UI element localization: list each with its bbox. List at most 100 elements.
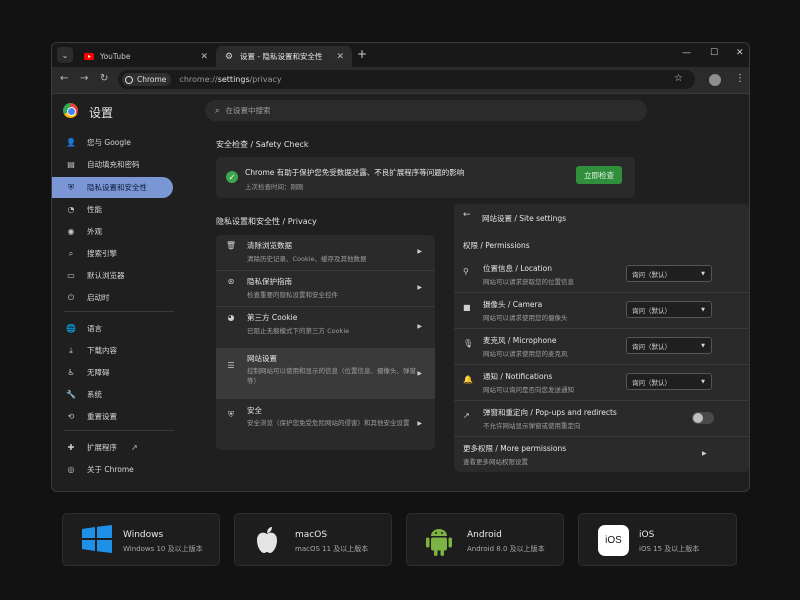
new-tab-button[interactable]: + bbox=[357, 47, 367, 61]
person-icon: 👤 bbox=[66, 138, 76, 147]
reload-button[interactable]: ↻ bbox=[100, 73, 108, 84]
permission-row-location[interactable]: ⚲ 位置信息 / Location 网站可以请求获取您的位置信息 询问（默认） ▼ bbox=[454, 256, 749, 292]
platform-version: macOS 11 及以上版本 bbox=[295, 545, 369, 553]
forward-button[interactable]: → bbox=[80, 73, 88, 84]
android-logo-icon bbox=[424, 525, 454, 556]
platform-name: Android bbox=[467, 530, 502, 540]
search-icon: ⌕ bbox=[215, 105, 220, 115]
sidebar-item-accessibility[interactable]: ♿ 无障碍 bbox=[52, 362, 173, 383]
search-placeholder: 在设置中搜索 bbox=[225, 106, 271, 115]
menu-button[interactable]: ⋮ bbox=[735, 73, 745, 84]
permission-row-popups[interactable]: ↗ 弹窗和重定向 / Pop-ups and redirects 不允许网站显示弹… bbox=[454, 400, 749, 436]
sidebar-item-privacy[interactable]: ⛨ 隐私设置和安全性 bbox=[52, 177, 173, 198]
sidebar-item-extensions[interactable]: ✚ 扩展程序 ↗ bbox=[52, 437, 173, 458]
chevron-right-icon: ▶ bbox=[417, 420, 422, 427]
url-text: chrome://settings/privacy bbox=[179, 75, 282, 84]
privacy-guide-icon: ⊛ bbox=[227, 277, 235, 286]
sidebar-item-on-startup[interactable]: ⏻ 启动时 bbox=[52, 287, 173, 308]
sidebar-item-system[interactable]: 🔧 系统 bbox=[52, 384, 173, 405]
bookmark-star-icon[interactable]: ☆ bbox=[674, 73, 683, 84]
sidebar-item-languages[interactable]: 🌐 语言 bbox=[52, 318, 173, 339]
platform-card-ios: iOS iOS iOS 15 及以上版本 bbox=[578, 513, 737, 566]
back-arrow-icon[interactable]: ← bbox=[463, 210, 471, 220]
sidebar-item-google[interactable]: 👤 您与 Google bbox=[52, 132, 173, 153]
safety-check-last-time: 上次检查时间：刚刚 bbox=[245, 183, 304, 191]
clipboard-icon: ▤ bbox=[67, 160, 75, 169]
sidebar-item-about[interactable]: ◎ 关于 Chrome bbox=[52, 459, 173, 480]
chevron-right-icon: ▶ bbox=[417, 248, 422, 255]
close-tab-icon[interactable]: ✕ bbox=[200, 52, 208, 62]
chevron-right-icon: ▶ bbox=[417, 323, 422, 330]
sidebar-item-appearance[interactable]: ◉ 外观 bbox=[52, 221, 173, 242]
platform-card-windows: Windows Windows 10 及以上版本 bbox=[62, 513, 220, 566]
tab-settings[interactable]: ⚙ 设置 - 隐私设置和安全性 ✕ bbox=[216, 46, 352, 67]
maximize-button[interactable]: ☐ bbox=[710, 48, 718, 58]
chrome-logo-icon bbox=[63, 103, 78, 118]
search-icon: ⌕ bbox=[68, 248, 74, 258]
sidebar-item-default-browser[interactable]: ▭ 默认浏览器 bbox=[52, 265, 173, 286]
close-tab-icon[interactable]: ✕ bbox=[336, 52, 344, 62]
privacy-row-site-settings[interactable]: ☰ 网站设置 控制网站可以使用和显示的信息（位置信息、摄像头、弹窗等） ▶ bbox=[216, 348, 435, 399]
check-now-button[interactable]: 立即检查 bbox=[576, 166, 622, 184]
avatar[interactable] bbox=[709, 74, 721, 86]
power-icon: ⏻ bbox=[67, 292, 75, 302]
shield-icon: ⛨ bbox=[228, 410, 234, 419]
permission-row-notifications[interactable]: 🔔 通知 / Notifications 网站可以询问是否向您发送通知 询问（默认… bbox=[454, 364, 749, 400]
puzzle-icon: ✚ bbox=[67, 443, 75, 452]
reset-icon: ⟲ bbox=[67, 412, 75, 421]
safety-check-heading: 安全检查 / Safety Check bbox=[216, 140, 309, 149]
accessibility-icon: ♿ bbox=[67, 368, 75, 377]
microphone-icon: 🎙 bbox=[463, 339, 474, 348]
tab-title: 设置 - 隐私设置和安全性 bbox=[240, 52, 323, 61]
platform-version: Android 8.0 及以上版本 bbox=[467, 545, 545, 553]
microphone-select[interactable]: 询问（默认） ▼ bbox=[626, 337, 712, 354]
sidebar-item-downloads[interactable]: ⤓ 下载内容 bbox=[52, 340, 173, 361]
location-select[interactable]: 询问（默认） ▼ bbox=[626, 265, 712, 282]
caret-down-icon: ▼ bbox=[701, 378, 705, 385]
chrome-icon bbox=[125, 75, 133, 84]
privacy-row-clear-data[interactable]: 🗑 清除浏览数据 清除历史记录、Cookie、缓存及其他数据 ▶ bbox=[216, 235, 435, 269]
cookie-icon: ◕ bbox=[227, 313, 235, 322]
site-settings-title: 网站设置 / Site settings bbox=[482, 214, 566, 223]
minimize-button[interactable]: — bbox=[682, 48, 691, 58]
globe-icon: 🌐 bbox=[66, 324, 76, 333]
sidebar-item-autofill[interactable]: ▤ 自动填充和密码 bbox=[52, 154, 173, 175]
permission-row-microphone[interactable]: 🎙 麦克风 / Microphone 网站可以请求使用您的麦克风 询问（默认） ▼ bbox=[454, 328, 749, 364]
permission-row-camera[interactable]: ■ 摄像头 / Camera 网站可以请求使用您的摄像头 询问（默认） ▼ bbox=[454, 292, 749, 328]
open-external-icon: ↗ bbox=[131, 443, 138, 452]
search-input[interactable]: ⌕ 在设置中搜索 bbox=[205, 100, 647, 121]
tab-title: YouTube bbox=[100, 52, 131, 61]
camera-icon: ■ bbox=[463, 303, 471, 312]
camera-select[interactable]: 询问（默认） ▼ bbox=[626, 301, 712, 318]
address-bar[interactable]: Chrome chrome://settings/privacy bbox=[118, 70, 695, 89]
platform-version: Windows 10 及以上版本 bbox=[123, 545, 203, 553]
chevron-right-icon: ▶ bbox=[417, 370, 422, 377]
close-window-button[interactable]: ✕ bbox=[736, 48, 744, 58]
sidebar-item-reset[interactable]: ⟲ 重置设置 bbox=[52, 406, 173, 427]
safety-check-message: Chrome 有助于保护您免受数据泄露、不良扩展程序等问题的影响 bbox=[245, 168, 465, 177]
chip-label: Chrome bbox=[137, 75, 167, 84]
chevron-right-icon: ▶ bbox=[702, 450, 707, 457]
caret-down-icon: ▼ bbox=[701, 342, 705, 349]
back-button[interactable]: ← bbox=[60, 73, 68, 84]
sidebar-item-performance[interactable]: ◔ 性能 bbox=[52, 199, 173, 220]
browser-icon: ▭ bbox=[67, 271, 75, 280]
shield-icon: ⛨ bbox=[68, 182, 74, 192]
site-info-chip[interactable]: Chrome bbox=[122, 73, 172, 86]
wrench-icon: 🔧 bbox=[66, 390, 76, 399]
apple-logo-icon bbox=[252, 525, 282, 555]
popups-toggle[interactable] bbox=[692, 412, 714, 424]
sidebar-item-search-engine[interactable]: ⌕ 搜索引擎 bbox=[52, 243, 173, 264]
bell-icon: 🔔 bbox=[463, 375, 473, 384]
more-permissions-row[interactable]: 更多权限 / More permissions 查看更多网站权限设置 ▶ bbox=[454, 436, 749, 472]
privacy-row-privacy-guide[interactable]: ⊛ 隐私保护指南 检查重要的隐私设置和安全控件 ▶ bbox=[216, 271, 435, 305]
notifications-select[interactable]: 询问（默认） ▼ bbox=[626, 373, 712, 390]
privacy-row-third-party-cookies[interactable]: ◕ 第三方 Cookie 已阻止无痕模式下的第三方 Cookie ▶ bbox=[216, 307, 435, 347]
privacy-row-security[interactable]: ⛨ 安全 安全浏览（保护您免受危险网站的侵害）和其他安全设置 ▶ bbox=[216, 400, 435, 448]
tab-youtube[interactable]: YouTube ✕ bbox=[76, 46, 216, 67]
ios-logo-icon: iOS bbox=[598, 525, 629, 556]
platform-name: iOS bbox=[639, 530, 655, 540]
palette-icon: ◉ bbox=[67, 227, 75, 236]
platform-name: macOS bbox=[295, 530, 328, 540]
tab-search-button[interactable]: ⌄ bbox=[57, 47, 73, 63]
